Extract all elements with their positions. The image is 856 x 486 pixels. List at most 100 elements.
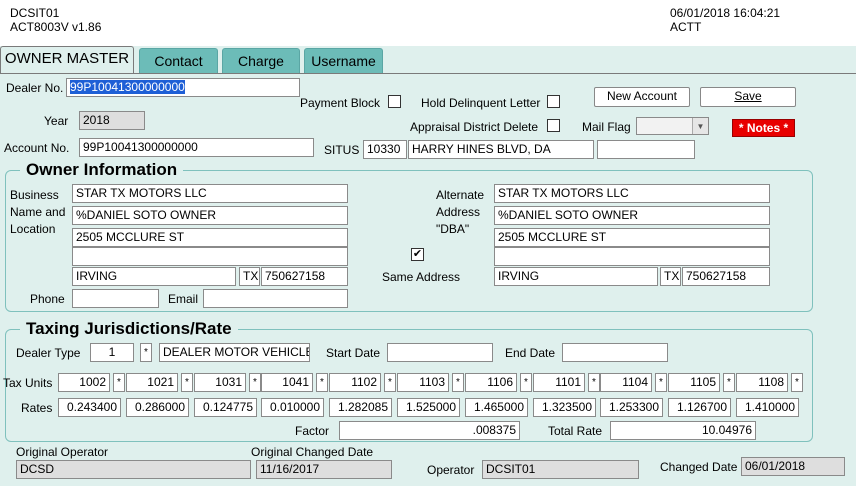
business-label-1: Business xyxy=(10,188,59,202)
rate-field[interactable]: 1.126700 xyxy=(668,398,731,417)
city-input[interactable]: IRVING xyxy=(72,267,236,286)
rate-field[interactable]: 0.124775 xyxy=(194,398,257,417)
rate-field[interactable]: 0.243400 xyxy=(58,398,121,417)
business-line3-input[interactable]: 2505 MCCLURE ST xyxy=(72,228,348,247)
save-button[interactable]: Save xyxy=(700,87,796,107)
situs-extra-input[interactable] xyxy=(597,140,695,159)
alt-zip-input[interactable]: 750627158 xyxy=(682,267,770,286)
tax-unit-input[interactable]: 1104 xyxy=(600,373,652,392)
rate-field[interactable]: 1.282085 xyxy=(329,398,392,417)
tax-unit-input[interactable]: 1102 xyxy=(329,373,381,392)
appraisal-delete-checkbox[interactable] xyxy=(547,119,560,132)
tax-unit-lookup-button[interactable]: * xyxy=(249,373,261,392)
taxing-jurisdictions-title: Taxing Jurisdictions/Rate xyxy=(20,320,238,338)
tax-unit-input[interactable]: 1101 xyxy=(533,373,585,392)
tab-username[interactable]: Username xyxy=(304,48,383,73)
tab-owner-master[interactable]: OWNER MASTER xyxy=(0,46,134,74)
rate-field[interactable]: 1.323500 xyxy=(533,398,596,417)
dealer-no-input[interactable]: 99P10041300000000 xyxy=(66,78,300,97)
dealer-type-desc: DEALER MOTOR VEHICLE xyxy=(159,343,310,362)
tax-unit-lookup-button[interactable]: * xyxy=(113,373,125,392)
alternate-label-3: "DBA" xyxy=(436,222,470,236)
same-address-label: Same Address xyxy=(382,270,461,284)
start-date-input[interactable] xyxy=(387,343,493,362)
original-changed-date-field: 11/16/2017 xyxy=(256,460,392,479)
alternate-label-1: Alternate xyxy=(436,188,485,202)
rate-field[interactable]: 1.465000 xyxy=(465,398,528,417)
email-label: Email xyxy=(168,292,199,306)
state-input[interactable]: TX xyxy=(239,267,260,286)
original-changed-date-label: Original Changed Date xyxy=(251,445,374,459)
business-label-2: Name and xyxy=(10,205,66,219)
alt-line3-input[interactable]: 2505 MCCLURE ST xyxy=(494,228,770,247)
title-bar: DCSIT01 ACT8003V v1.86 06/01/2018 16:04:… xyxy=(0,0,856,46)
notes-button[interactable]: * Notes * xyxy=(732,119,795,137)
tax-unit-lookup-button[interactable]: * xyxy=(723,373,735,392)
tax-units-label: Tax Units xyxy=(3,376,53,390)
tax-unit-input[interactable]: 1103 xyxy=(397,373,449,392)
tax-unit-lookup-button[interactable]: * xyxy=(588,373,600,392)
tax-unit-lookup-button[interactable]: * xyxy=(520,373,532,392)
dealer-type-lookup-button[interactable]: * xyxy=(140,343,152,362)
alt-state-input[interactable]: TX xyxy=(660,267,681,286)
original-operator-label: Original Operator xyxy=(16,445,109,459)
business-line2-input[interactable]: %DANIEL SOTO OWNER xyxy=(72,206,348,225)
hold-delinquent-label: Hold Delinquent Letter xyxy=(421,96,541,110)
screen-id: DCSIT01 xyxy=(10,6,60,20)
hold-delinquent-checkbox[interactable] xyxy=(547,95,560,108)
rate-field[interactable]: 0.286000 xyxy=(126,398,189,417)
business-label-3: Location xyxy=(10,222,56,236)
end-date-input[interactable] xyxy=(562,343,668,362)
email-input[interactable] xyxy=(203,289,348,308)
account-no-input[interactable]: 99P10041300000000 xyxy=(79,138,314,157)
tax-unit-input[interactable]: 1105 xyxy=(668,373,720,392)
payment-block-checkbox[interactable] xyxy=(388,95,401,108)
alt-line4-input[interactable] xyxy=(494,247,770,266)
mail-flag-select[interactable]: ▼ xyxy=(636,117,709,135)
new-account-button[interactable]: New Account xyxy=(594,87,690,107)
phone-input[interactable] xyxy=(72,289,159,308)
alt-city-input[interactable]: IRVING xyxy=(494,267,658,286)
year-label: Year xyxy=(44,114,69,128)
tax-unit-lookup-button[interactable]: * xyxy=(452,373,464,392)
chevron-down-icon[interactable]: ▼ xyxy=(692,118,708,134)
appraisal-delete-label: Appraisal District Delete xyxy=(410,120,539,134)
tab-contact[interactable]: Contact xyxy=(139,48,218,73)
tax-unit-input[interactable]: 1106 xyxy=(465,373,517,392)
tax-unit-lookup-button[interactable]: * xyxy=(316,373,328,392)
dealer-no-label: Dealer No. xyxy=(6,81,64,95)
situs-label: SITUS xyxy=(324,143,360,157)
tax-unit-input[interactable]: 1021 xyxy=(126,373,178,392)
tax-unit-lookup-button[interactable]: * xyxy=(791,373,803,392)
business-line1-input[interactable]: STAR TX MOTORS LLC xyxy=(72,184,348,203)
alt-line2-input[interactable]: %DANIEL SOTO OWNER xyxy=(494,206,770,225)
current-datetime: 06/01/2018 16:04:21 xyxy=(670,6,781,20)
changed-date-label: Changed Date xyxy=(660,460,738,474)
tax-unit-lookup-button[interactable]: * xyxy=(655,373,667,392)
rate-field[interactable]: 0.010000 xyxy=(261,398,324,417)
tax-unit-lookup-button[interactable]: * xyxy=(181,373,193,392)
situs-street-input[interactable]: HARRY HINES BLVD, DA xyxy=(408,140,594,159)
tab-divider xyxy=(0,73,856,74)
dealer-type-code-input[interactable]: 1 xyxy=(90,343,134,362)
rate-field[interactable]: 1.525000 xyxy=(397,398,460,417)
year-field: 2018 xyxy=(79,111,145,130)
tax-unit-input[interactable]: 1041 xyxy=(261,373,313,392)
account-no-label: Account No. xyxy=(4,141,70,155)
alt-line1-input[interactable]: STAR TX MOTORS LLC xyxy=(494,184,770,203)
situs-number-input[interactable]: 10330 xyxy=(363,140,407,159)
same-address-checkbox[interactable]: ✔ xyxy=(411,248,424,261)
business-line4-input[interactable] xyxy=(72,247,348,266)
operator-label: Operator xyxy=(427,463,475,477)
tab-charge[interactable]: Charge xyxy=(222,48,300,73)
zip-input[interactable]: 750627158 xyxy=(261,267,348,286)
factor-field[interactable]: .008375 xyxy=(339,421,520,440)
factor-label: Factor xyxy=(295,424,330,438)
tax-unit-input[interactable]: 1108 xyxy=(736,373,788,392)
rate-field[interactable]: 1.253300 xyxy=(600,398,663,417)
rate-field[interactable]: 1.410000 xyxy=(736,398,799,417)
tax-unit-lookup-button[interactable]: * xyxy=(384,373,396,392)
end-date-label: End Date xyxy=(505,346,556,360)
tax-unit-input[interactable]: 1031 xyxy=(194,373,246,392)
tax-unit-input[interactable]: 1002 xyxy=(58,373,110,392)
